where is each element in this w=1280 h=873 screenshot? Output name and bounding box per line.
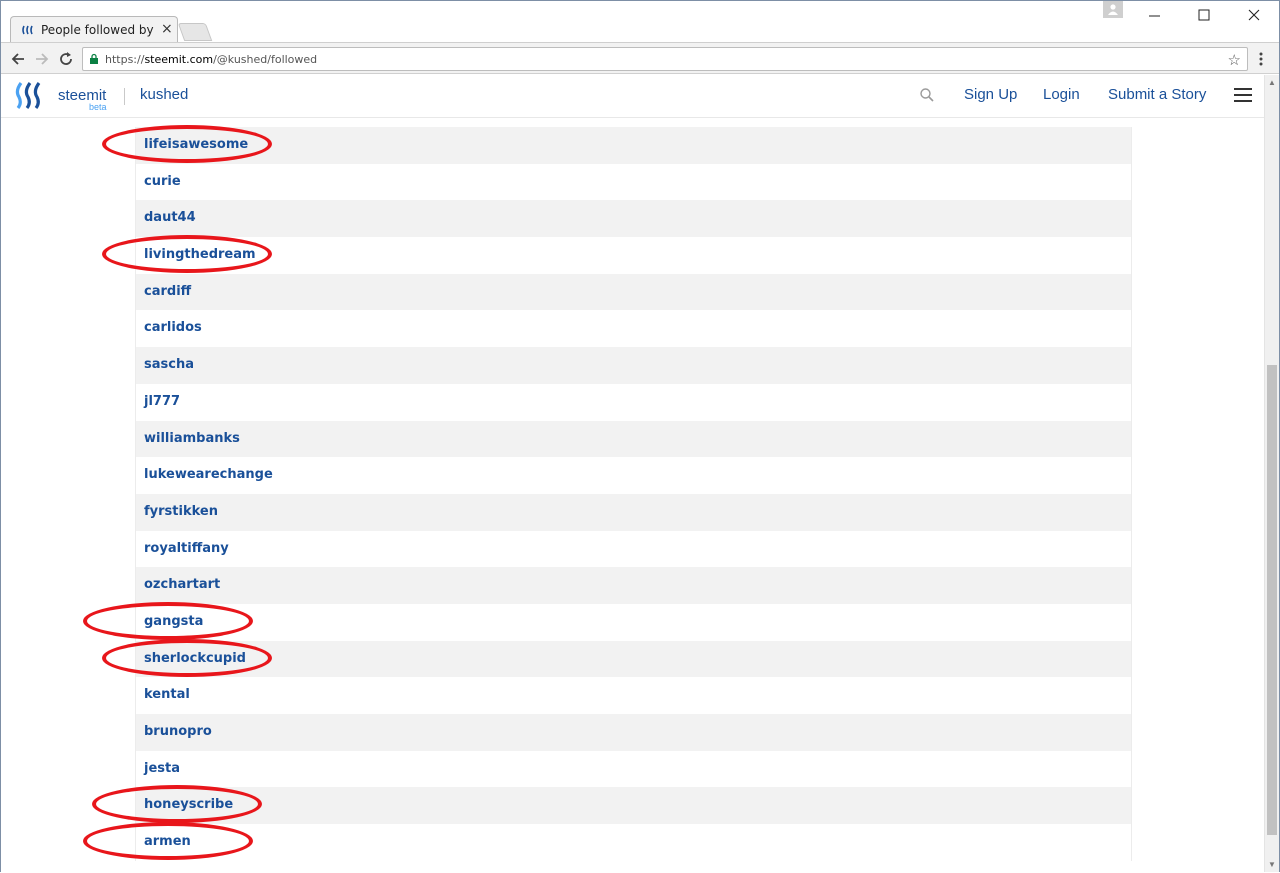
user-link[interactable]: lifeisawesome	[144, 137, 248, 152]
followed-user-list: lifeisawesome curie daut44 livingthedream ca…	[83, 125, 1132, 861]
back-arrow-icon[interactable]	[9, 50, 27, 68]
user-link[interactable]: honeyscribe	[144, 797, 233, 812]
user-link[interactable]: brunopro	[144, 724, 212, 739]
maximize-icon[interactable]	[1196, 7, 1212, 23]
url-text: https://steemit.com/@kushed/followed	[105, 53, 317, 66]
page-scrollbar[interactable]: ▲ ▼	[1264, 75, 1279, 872]
url-scheme: https://	[105, 53, 145, 66]
site-header: steemit beta kushed Sign Up Login Submit…	[1, 75, 1264, 118]
user-link[interactable]: carlidos	[144, 320, 202, 335]
user-link[interactable]: sascha	[144, 357, 194, 372]
user-list-row: jl777	[135, 383, 1132, 421]
user-list-row: daut44	[135, 200, 1132, 238]
user-link[interactable]: livingthedream	[144, 247, 256, 262]
reload-icon[interactable]	[57, 50, 75, 68]
bookmark-star-icon[interactable]: ☆	[1228, 51, 1241, 69]
user-link[interactable]: sherlockcupid	[144, 651, 246, 666]
minimize-icon[interactable]	[1147, 7, 1163, 23]
submit-story-link[interactable]: Submit a Story	[1108, 86, 1206, 103]
url-path: /@kushed/followed	[213, 53, 318, 66]
forward-arrow-icon[interactable]	[33, 50, 51, 68]
browser-window: People followed by × https://steemit.com…	[0, 0, 1280, 873]
user-link[interactable]: jesta	[144, 761, 180, 776]
scrollbar-thumb[interactable]	[1267, 365, 1277, 835]
login-link[interactable]: Login	[1043, 86, 1080, 103]
user-list-row: sascha	[135, 347, 1132, 384]
tab-title: People followed by	[41, 23, 154, 37]
user-list-row: sherlockcupid	[102, 638, 1132, 678]
profile-icon[interactable]	[1103, 1, 1123, 18]
profile-username[interactable]: kushed	[140, 86, 188, 103]
user-list-row: cardiff	[135, 273, 1132, 311]
header-divider	[124, 88, 125, 105]
user-list-row: gangsta	[83, 601, 1132, 641]
search-icon[interactable]	[919, 87, 935, 103]
user-list-row: carlidos	[135, 310, 1132, 348]
user-list-row: lukewearechange	[135, 457, 1132, 494]
user-list-row: lifeisawesome	[102, 125, 1132, 164]
user-link[interactable]: cardiff	[144, 284, 191, 299]
user-link[interactable]: armen	[144, 834, 191, 849]
sign-up-link[interactable]: Sign Up	[964, 86, 1017, 103]
user-link[interactable]: gangsta	[144, 614, 203, 629]
user-link[interactable]: daut44	[144, 210, 196, 225]
followed-list-page: lifeisawesome curie daut44 livingthedream ca…	[1, 118, 1264, 873]
user-list-row: armen	[83, 822, 1132, 861]
user-list-row: kental	[135, 677, 1132, 714]
user-link[interactable]: williambanks	[144, 431, 240, 446]
address-bar[interactable]: https://steemit.com/@kushed/followed ☆	[82, 47, 1248, 71]
user-link[interactable]: royaltiffany	[144, 541, 229, 556]
user-list-row: livingthedream	[102, 235, 1132, 274]
url-host: steemit.com	[144, 53, 214, 66]
user-link[interactable]: jl777	[144, 394, 180, 409]
browser-menu-icon[interactable]	[1258, 51, 1264, 67]
user-link[interactable]: ozchartart	[144, 577, 220, 592]
user-link[interactable]: curie	[144, 174, 181, 189]
lock-icon	[90, 53, 98, 64]
brand-beta-label: beta	[89, 102, 107, 112]
user-list-row: royaltiffany	[135, 530, 1132, 568]
user-link[interactable]: fyrstikken	[144, 504, 218, 519]
hamburger-menu-icon[interactable]	[1234, 88, 1252, 103]
user-list-row: jesta	[135, 750, 1132, 788]
user-list-row: curie	[135, 163, 1132, 201]
scroll-up-arrow-icon[interactable]: ▲	[1268, 78, 1276, 87]
user-list-row: honeyscribe	[92, 785, 1132, 825]
scroll-down-arrow-icon[interactable]: ▼	[1268, 860, 1276, 869]
steemit-favicon-icon	[22, 25, 33, 35]
browser-tab[interactable]: People followed by ×	[10, 16, 178, 43]
user-list-row: ozchartart	[135, 567, 1132, 604]
user-list-row: brunopro	[135, 714, 1132, 751]
user-link[interactable]: kental	[144, 687, 190, 702]
user-list-row: fyrstikken	[135, 493, 1132, 531]
user-list-row: williambanks	[135, 420, 1132, 458]
steemit-logo-icon[interactable]	[15, 81, 45, 109]
window-close-icon[interactable]	[1246, 7, 1262, 23]
browser-toolbar: https://steemit.com/@kushed/followed ☆	[1, 42, 1279, 74]
tab-strip: People followed by ×	[1, 1, 1279, 43]
new-tab-button[interactable]	[177, 23, 213, 41]
user-link[interactable]: lukewearechange	[144, 467, 273, 482]
tab-close-icon[interactable]: ×	[161, 21, 173, 37]
